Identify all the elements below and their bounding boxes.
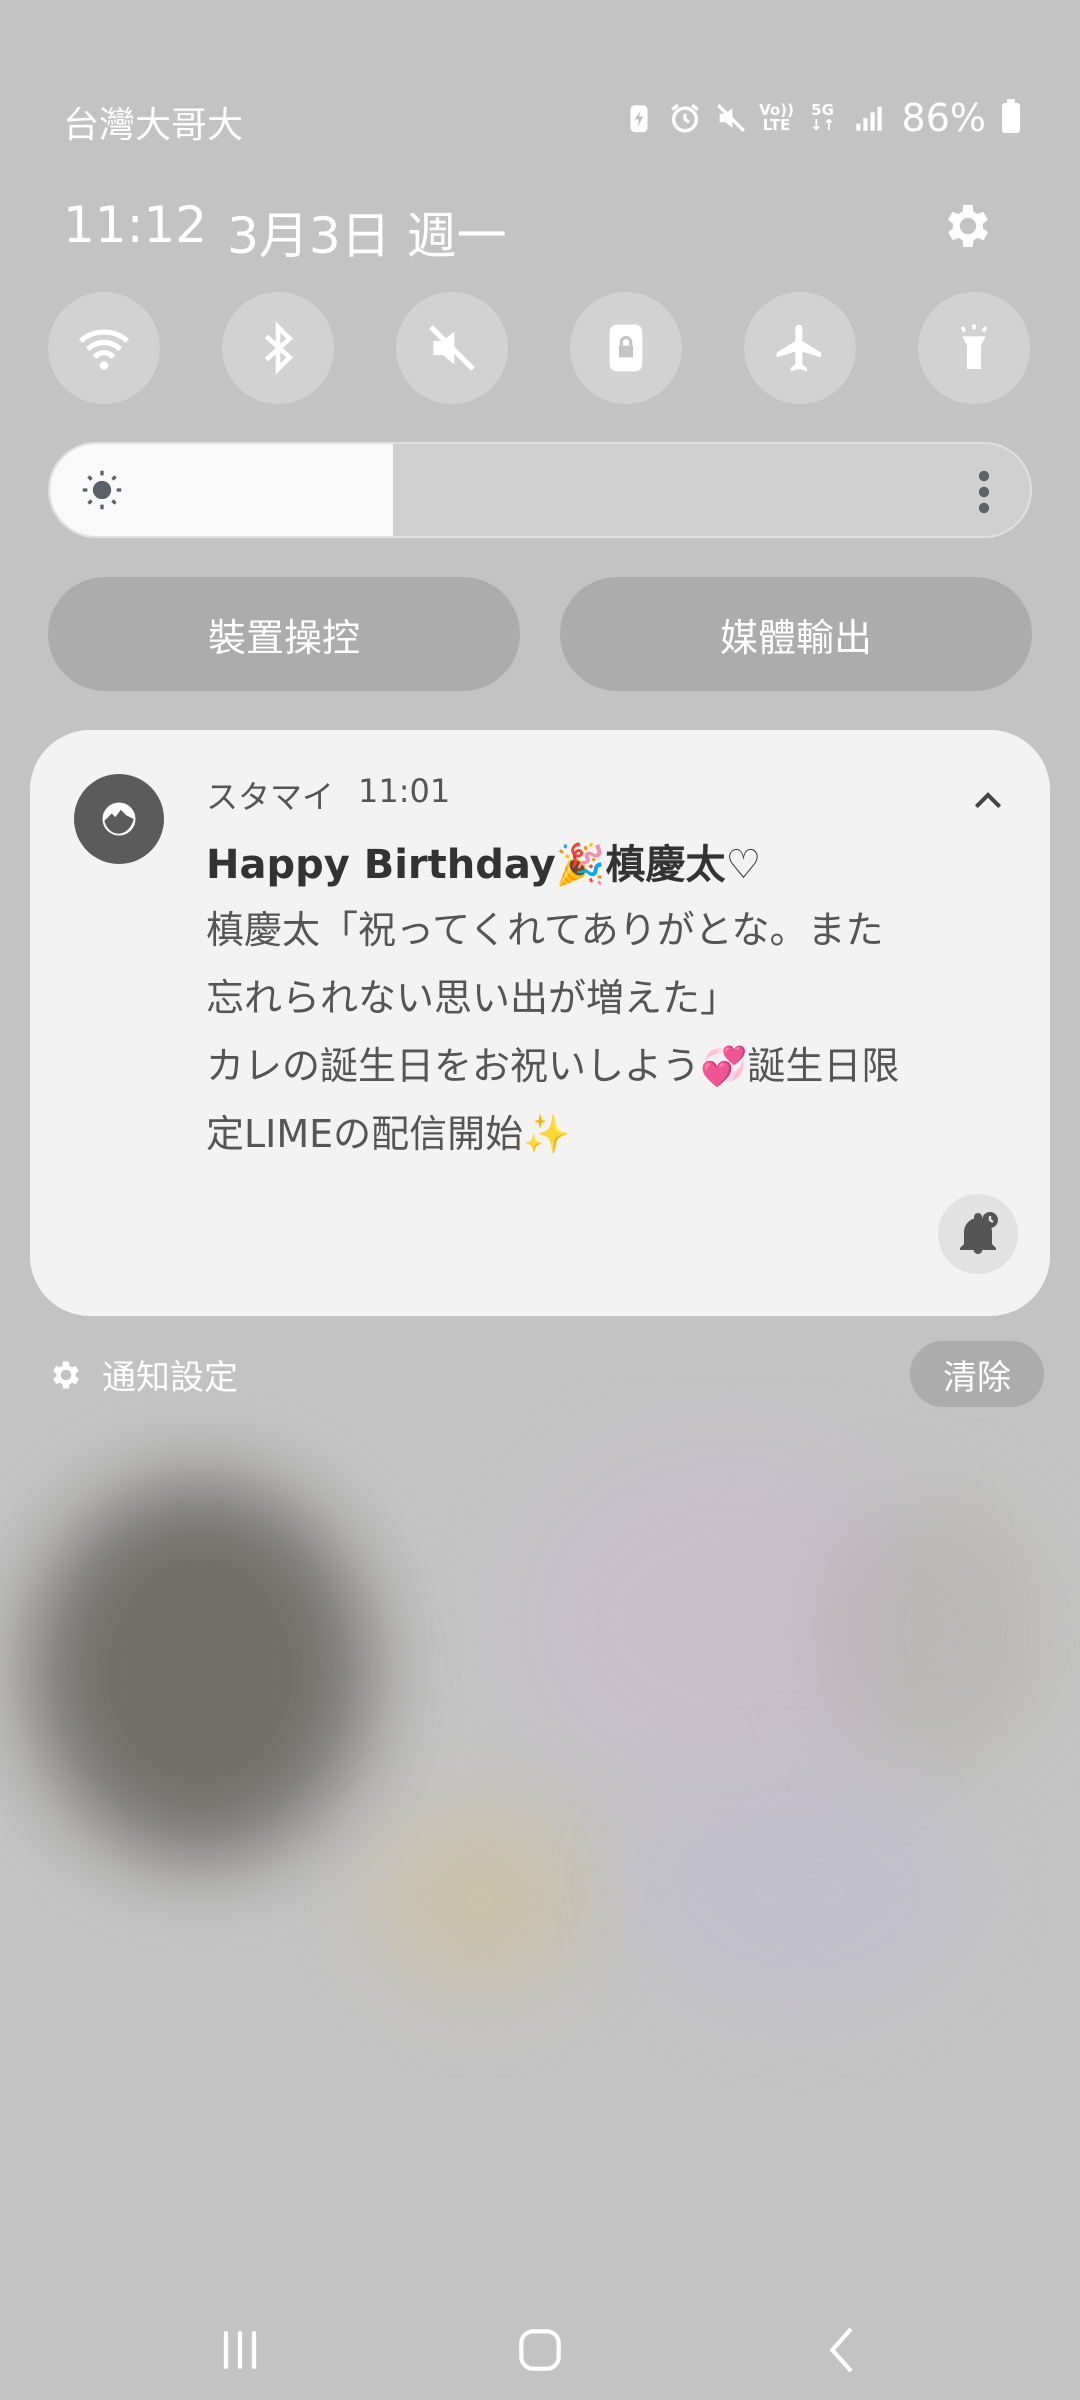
gear-icon (53, 1361, 79, 1388)
flashlight-toggle[interactable] (918, 292, 1030, 404)
blurred-background (0, 1380, 1080, 2280)
notification-card[interactable]: スタマイ 11:01 Happy Birthday🎉槙慶太♡ 槙慶太「祝ってくれ… (30, 730, 1050, 1316)
brightness-sun-icon (82, 470, 122, 510)
sound-toggle[interactable] (396, 292, 508, 404)
wifi-toggle[interactable] (48, 292, 160, 404)
more-options-icon[interactable] (978, 468, 990, 516)
rotation-lock-toggle[interactable] (570, 292, 682, 404)
notification-settings-label: 通知設定 (102, 1358, 238, 1398)
carrier-name: 台灣大哥大 (63, 105, 244, 146)
media-output-button[interactable]: 媒體輸出 (560, 577, 1032, 691)
battery-percent: 86% (901, 96, 986, 140)
volte-icon: Vo)) LTE (759, 101, 794, 134)
notification-body-line: カレの誕生日をお祝いしよう💞誕生日限 (206, 1044, 900, 1088)
datetime-row: 11:12 3月3日 週一 (63, 196, 507, 268)
flashlight-icon (960, 324, 988, 369)
recent-apps-button[interactable] (200, 2310, 280, 2390)
airplane-toggle[interactable] (744, 292, 856, 404)
battery-saver-icon (622, 101, 656, 135)
airplane-icon (776, 324, 821, 372)
notification-settings-link[interactable]: 通知設定 (48, 1350, 238, 1399)
back-icon (829, 2327, 853, 2373)
home-icon (519, 2329, 561, 2371)
signal-icon (852, 101, 886, 135)
date: 3月3日 週一 (227, 207, 507, 265)
bluetooth-icon (264, 321, 294, 375)
wifi-icon (78, 329, 130, 370)
navigation-bar (0, 2280, 1080, 2400)
snooze-bell-icon (960, 1212, 998, 1254)
status-icons: Vo)) LTE 5G ↓↑ 86% (622, 96, 1020, 140)
notification-body-line: 忘れられない思い出が増えた」 (206, 976, 739, 1020)
notification-body-line: 定LIMEの配信開始✨ (206, 1112, 571, 1156)
notification-body-line: 槙慶太「祝ってくれてありがとな。また (206, 908, 884, 952)
notification-header: スタマイ 11:01 (206, 772, 450, 818)
settings-gear-icon[interactable] (940, 198, 996, 254)
chevron-up-icon[interactable] (968, 780, 1008, 820)
alarm-icon (668, 101, 702, 135)
mute-icon (714, 101, 748, 135)
brightness-slider[interactable] (48, 442, 1032, 538)
recent-apps-icon (223, 2331, 257, 2369)
quick-toggles (48, 292, 1032, 404)
notification-body: 槙慶太「祝ってくれてありがとな。また 忘れられない思い出が増えた」 カレの誕生日… (206, 896, 1006, 1168)
battery-icon (1002, 99, 1020, 133)
back-button[interactable] (804, 2310, 884, 2390)
notification-title: Happy Birthday🎉槙慶太♡ (206, 842, 762, 888)
bluetooth-toggle[interactable] (222, 292, 334, 404)
notification-time: 11:01 (358, 772, 451, 810)
snooze-button[interactable] (938, 1194, 1018, 1274)
mute-icon (429, 325, 475, 371)
app-name: スタマイ (206, 778, 335, 816)
clear-button[interactable]: 清除 (910, 1341, 1044, 1407)
home-button[interactable] (500, 2310, 580, 2390)
clock-time: 11:12 (63, 196, 208, 254)
app-icon (74, 774, 164, 864)
rotation-lock-icon (609, 324, 643, 372)
device-control-button[interactable]: 裝置操控 (48, 577, 520, 691)
network-5g-icon: 5G ↓↑ (809, 101, 836, 134)
